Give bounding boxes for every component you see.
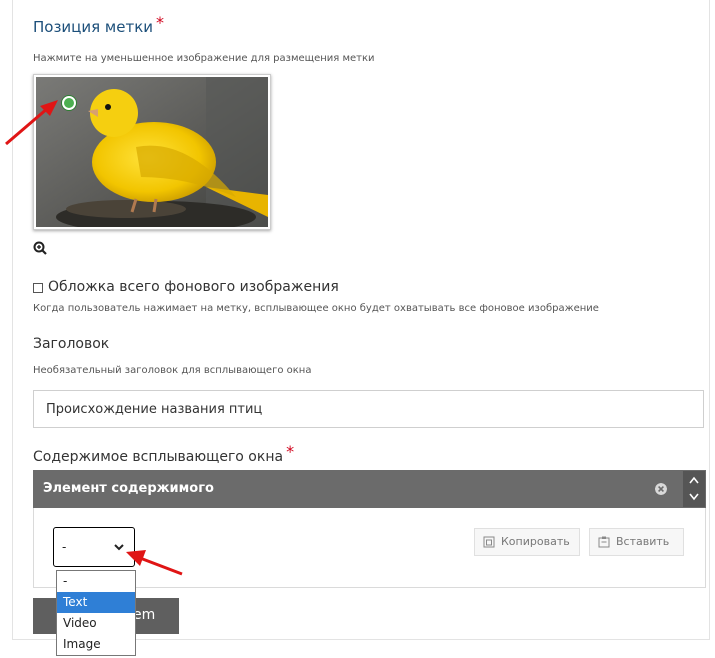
library-select-value: - [62, 540, 67, 554]
copy-button[interactable]: Копировать [474, 528, 580, 556]
paste-button[interactable]: Вставить [589, 528, 684, 556]
chevron-up-icon[interactable] [689, 476, 699, 484]
content-item-header[interactable]: Элемент содержимого [33, 470, 706, 508]
content-item-title: Элемент содержимого [43, 481, 214, 496]
chevron-down-icon[interactable] [689, 493, 699, 501]
copy-label: Копировать [501, 535, 570, 548]
option-video[interactable]: Video [57, 613, 135, 634]
option-text[interactable]: Text [57, 592, 135, 613]
header-input[interactable] [33, 390, 704, 428]
position-title: Позиция метки * [33, 13, 164, 36]
required-asterisk: * [286, 442, 295, 461]
library-options-list: - Text Video Image [56, 570, 136, 656]
position-hint: Нажмите на уменьшенное изображение для р… [33, 53, 375, 64]
paste-icon [598, 536, 610, 548]
required-asterisk: * [156, 13, 165, 32]
popup-content-label-text: Содержимое всплывающего окна [33, 449, 284, 465]
cover-hint: Когда пользователь нажимает на метку, вс… [33, 303, 599, 314]
zoom-in-icon[interactable] [33, 241, 47, 255]
position-title-text: Позиция метки [33, 18, 154, 36]
option-none[interactable]: - [57, 571, 135, 592]
popup-content-label: Содержимое всплывающего окна * [33, 442, 294, 465]
cover-checkbox[interactable] [33, 283, 43, 293]
close-circle-icon[interactable] [655, 483, 667, 495]
option-image[interactable]: Image [57, 634, 135, 655]
header-field-hint: Необязательный заголовок для всплывающег… [33, 365, 312, 376]
add-button-text: em [133, 607, 156, 623]
annotation-arrow-marker [5, 100, 58, 146]
cover-label: Обложка всего фонового изображения [48, 279, 339, 295]
order-controls [683, 471, 705, 507]
paste-label: Вставить [616, 535, 670, 548]
copy-icon [483, 536, 495, 548]
header-field-label: Заголовок [33, 336, 110, 352]
